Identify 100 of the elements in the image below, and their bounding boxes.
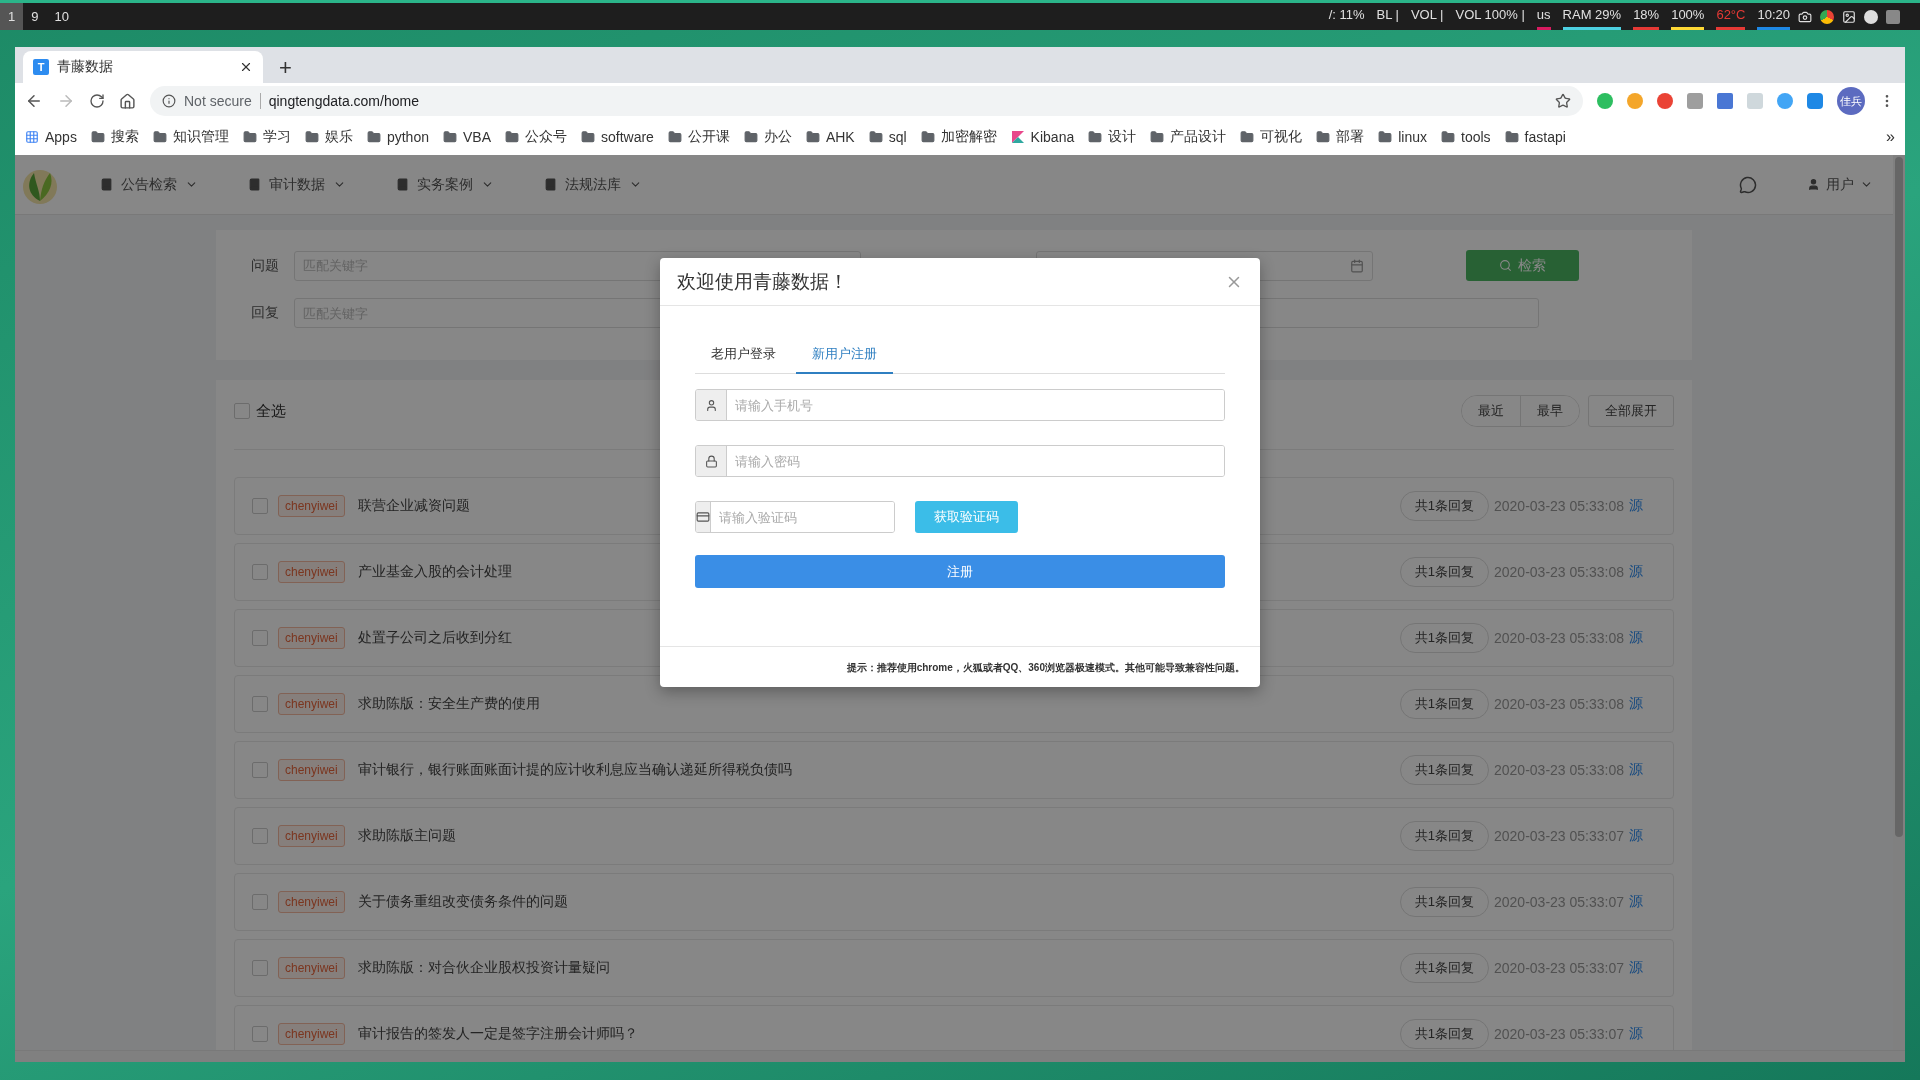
checkbox[interactable] [252, 498, 268, 514]
replies-button[interactable]: 共1条回复 [1399, 953, 1489, 983]
input-field[interactable]: 请输入手机号 [695, 389, 1225, 421]
bookmark-label: 加密解密 [940, 128, 997, 146]
more-bookmarks-button[interactable]: » [1886, 128, 1895, 146]
forward-icon[interactable] [57, 92, 75, 110]
bookmark-item[interactable]: 设计 [1088, 128, 1137, 146]
checkbox[interactable] [252, 762, 268, 778]
expand-all-button[interactable]: 全部展开 [1588, 395, 1674, 427]
dialog-tab[interactable]: 新用户注册 [796, 336, 893, 374]
bookmark-item[interactable]: linux [1378, 129, 1427, 145]
bookmark-item[interactable]: 产品设计 [1150, 128, 1227, 146]
bookmark-item[interactable]: 娱乐 [304, 128, 353, 146]
chat-icon[interactable] [1739, 175, 1757, 194]
source-link[interactable]: 源 [1629, 827, 1643, 845]
bookmark-label: 搜索 [110, 128, 139, 146]
source-link[interactable]: 源 [1629, 959, 1643, 977]
bookmark-item[interactable]: 知识管理 [152, 128, 229, 146]
dialog-tab[interactable]: 老用户登录 [695, 336, 792, 374]
replies-button[interactable]: 共1条回复 [1399, 821, 1489, 851]
bookmark-item[interactable]: sql [868, 129, 907, 145]
back-icon[interactable] [25, 92, 43, 110]
replies-button[interactable]: 共1条回复 [1399, 1019, 1489, 1049]
bookmark-item[interactable]: tools [1441, 129, 1491, 145]
checkbox[interactable] [234, 403, 250, 419]
user-icon [1807, 178, 1820, 191]
source-link[interactable]: 源 [1629, 629, 1643, 647]
profile-avatar[interactable]: 佳兵 [1837, 87, 1865, 115]
replies-button[interactable]: 共1条回复 [1399, 557, 1489, 587]
checkbox[interactable] [252, 828, 268, 844]
home-icon[interactable] [119, 92, 136, 110]
tray-icon[interactable] [1820, 9, 1834, 24]
input-field[interactable]: 请输入验证码 [695, 501, 895, 533]
extension-icon[interactable] [1807, 93, 1823, 109]
bookmark-item[interactable]: 公众号 [505, 128, 567, 146]
source-link[interactable]: 源 [1629, 1025, 1643, 1043]
bookmark-item[interactable]: 加密解密 [920, 128, 997, 146]
image-icon[interactable] [1842, 9, 1856, 24]
checkbox[interactable] [252, 960, 268, 976]
extension-icon[interactable] [1777, 93, 1793, 109]
user-menu[interactable]: 用户 [1807, 175, 1873, 194]
input-field[interactable]: 请输入密码 [695, 445, 1225, 477]
book-icon [544, 178, 557, 191]
checkbox[interactable] [252, 894, 268, 910]
bookmark-item[interactable]: 办公 [743, 128, 792, 146]
info-icon[interactable] [162, 94, 176, 108]
bookmark-item[interactable]: python [366, 129, 429, 145]
reload-icon[interactable] [89, 93, 105, 109]
new-tab-button[interactable]: + [273, 55, 298, 81]
status-text: VOL | [1410, 6, 1444, 24]
source-link[interactable]: 源 [1629, 497, 1643, 515]
star-icon[interactable] [1555, 93, 1571, 109]
extension-icon[interactable] [1627, 93, 1643, 109]
workspace-button[interactable]: 10 [46, 3, 77, 30]
bookmark-item[interactable]: 部署 [1316, 128, 1365, 146]
nav-menu[interactable]: 审计数据 [248, 175, 346, 194]
bookmark-item[interactable]: AHK [805, 129, 855, 145]
status-text: 18% [1633, 3, 1660, 30]
bookmark-item[interactable]: software [581, 129, 654, 145]
close-icon[interactable] [239, 60, 253, 74]
lock-icon [704, 454, 718, 468]
replies-button[interactable]: 共1条回复 [1399, 491, 1489, 521]
nav-menu[interactable]: 法规法库 [544, 175, 642, 194]
extension-icon[interactable] [1597, 93, 1613, 109]
source-link[interactable]: 源 [1629, 761, 1643, 779]
replies-button[interactable]: 共1条回复 [1399, 689, 1489, 719]
camera-icon[interactable] [1798, 9, 1812, 24]
replies-button[interactable]: 共1条回复 [1399, 755, 1489, 785]
extension-icon[interactable] [1657, 93, 1673, 109]
bookmark-label: 知识管理 [172, 128, 229, 146]
nav-menu[interactable]: 公告检索 [100, 175, 198, 194]
bookmark-item[interactable]: Kibana [1010, 129, 1075, 145]
workspace-button[interactable]: 9 [23, 3, 47, 30]
checkbox[interactable] [252, 1026, 268, 1042]
bookmark-item[interactable]: 学习 [242, 128, 291, 146]
replies-button[interactable]: 共1条回复 [1399, 623, 1489, 653]
source-link[interactable]: 源 [1629, 893, 1643, 911]
browser-tab[interactable]: T 青藤数据 [23, 51, 263, 83]
bookmark-item[interactable]: 公开课 [667, 128, 730, 146]
bookmark-item[interactable]: 可视化 [1240, 128, 1303, 146]
tray-icon[interactable] [1864, 9, 1878, 24]
checkbox[interactable] [252, 564, 268, 580]
address-bar[interactable]: Not secure qingtengdata.com/home [150, 86, 1583, 116]
sort-button[interactable]: 最早 [1520, 396, 1579, 426]
source-link[interactable]: 源 [1629, 563, 1643, 581]
source-link[interactable]: 源 [1629, 695, 1643, 713]
nav-menu[interactable]: 实务案例 [396, 175, 494, 194]
register-button[interactable]: 注册 [695, 555, 1225, 588]
bookmark-label: AHK [825, 129, 855, 145]
calendar-icon[interactable] [1350, 258, 1364, 273]
bookmark-item[interactable]: 搜索 [90, 128, 139, 146]
replies-button[interactable]: 共1条回复 [1399, 887, 1489, 917]
bookmark-item[interactable]: Apps [25, 129, 77, 145]
bookmark-item[interactable]: VBA [442, 129, 491, 145]
checkbox[interactable] [252, 696, 268, 712]
folder-icon [1240, 130, 1255, 144]
bookmark-item[interactable]: fastapi [1504, 129, 1566, 145]
workspace-button[interactable]: 1 [0, 3, 24, 30]
bookmark-label: 办公 [763, 128, 792, 146]
checkbox[interactable] [252, 630, 268, 646]
